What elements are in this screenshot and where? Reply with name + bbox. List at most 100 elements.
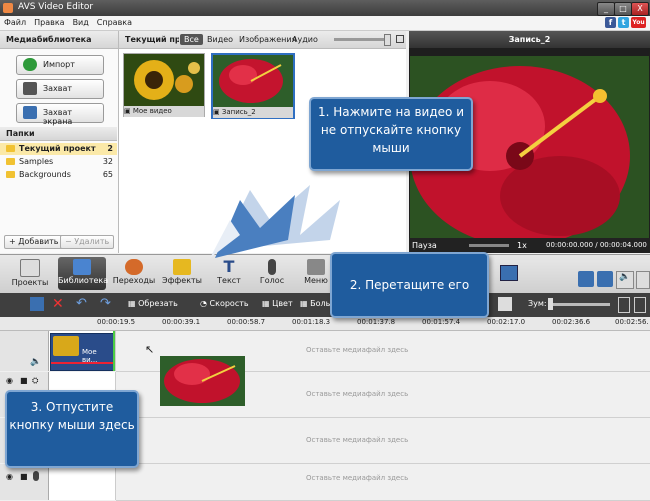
library-tabs: Текущий проект Все Видео Изображения Ауд…	[119, 31, 406, 49]
tab-video[interactable]: Видео	[207, 34, 233, 45]
add-folder-button[interactable]: + Добавить	[4, 235, 64, 249]
library-icon	[73, 259, 91, 275]
callout-step1: 1. Нажмите на видео и не отпускайте кноп…	[309, 97, 473, 171]
text-button[interactable]: T Текст	[205, 257, 253, 290]
menu-edit[interactable]: Правка	[30, 16, 68, 30]
projects-icon	[20, 259, 40, 277]
capture-button[interactable]: Захват	[16, 79, 104, 99]
storyboard-icon[interactable]	[500, 265, 518, 281]
plus-icon	[23, 58, 37, 71]
close-button[interactable]: X	[631, 2, 649, 16]
folder-current-project[interactable]: Текущий проект 2	[0, 143, 117, 155]
thumbnail-size-slider[interactable]	[334, 38, 389, 41]
zoom-slider[interactable]	[552, 303, 610, 306]
folder-backgrounds[interactable]: Backgrounds 65	[0, 169, 117, 181]
drag-arrow-icon	[210, 185, 340, 258]
import-label: Импорт	[43, 60, 75, 69]
large-thumb-icon[interactable]	[396, 35, 404, 43]
microphone-icon	[268, 259, 276, 275]
microphone-icon	[33, 471, 39, 481]
ruler-tick: 00:00:19.5	[97, 318, 136, 326]
video-track-start[interactable]: Мое ви...	[49, 331, 116, 371]
speaker-icon[interactable]: 🔈	[30, 357, 41, 367]
playback-status: Пауза	[412, 241, 437, 250]
ruler-tick: 00:00:39.1	[162, 318, 201, 326]
monitor-icon	[23, 106, 37, 119]
clip-thumbnail	[53, 336, 79, 356]
thumb-my-video[interactable]: ▣ Мое видео	[123, 53, 205, 117]
drop-hint: Оставьте медиафайл здесь	[306, 474, 409, 482]
color-button[interactable]: ▦ Цвет	[262, 299, 293, 308]
lock-icon[interactable]: ■	[20, 376, 28, 385]
lock-icon[interactable]: ■	[20, 472, 28, 481]
eye-icon[interactable]: ◉	[6, 376, 13, 385]
zoom-in-icon[interactable]	[634, 297, 646, 313]
voice-button[interactable]: Голос	[248, 257, 296, 290]
overlay-lane[interactable]: Оставьте медиафайл здесь	[116, 418, 650, 464]
folder-icon	[6, 158, 15, 165]
video-clip[interactable]: Мое ви...	[50, 333, 114, 371]
callout-step2: 2. Перетащите его	[330, 252, 489, 318]
tab-all[interactable]: Все	[180, 34, 203, 45]
zoom-handle[interactable]	[548, 298, 553, 310]
media-library-panel: Медиабиблиотека Импорт Захват Захват экр…	[0, 31, 119, 253]
menu-bar: Файл Правка Вид Справка f t You	[0, 16, 650, 31]
effects-button[interactable]: Эффекты	[158, 257, 206, 290]
volume-slider[interactable]	[469, 244, 509, 247]
more-icon[interactable]	[636, 271, 650, 289]
import-button[interactable]: Импорт	[16, 55, 104, 75]
delete-icon[interactable]: ✕	[52, 296, 64, 312]
main-toolbar: Проекты Библиотека Переходы Эффекты T Тек…	[0, 254, 650, 294]
folder-name: Текущий проект	[19, 144, 96, 153]
youtube-icon[interactable]: You	[631, 17, 646, 28]
capture-label: Захват	[43, 84, 73, 93]
tab-images[interactable]: Изображения	[239, 34, 296, 45]
tab-audio[interactable]: Аудио	[292, 34, 318, 45]
ruler-tick: 00:01:18.3	[292, 318, 331, 326]
drop-hint: Оставьте медиафайл здесь	[306, 390, 409, 398]
effects-icon	[173, 259, 191, 275]
ruler-tick: 00:01:57.4	[422, 318, 461, 326]
sunflower-image	[124, 54, 204, 106]
drop-hint: Оставьте медиафайл здесь	[306, 346, 409, 354]
voice-track-start[interactable]	[49, 464, 116, 500]
redo-icon[interactable]: ↷	[100, 296, 111, 311]
maximize-button[interactable]: □	[614, 2, 632, 16]
volume-icon[interactable]: 🔈	[616, 271, 634, 289]
speed-button[interactable]: ◔ Скорость	[200, 299, 249, 308]
folder-icon	[6, 171, 15, 178]
slider-handle[interactable]	[384, 34, 391, 46]
delete-folder-button[interactable]: − Удалить	[60, 235, 115, 249]
title-bar: AVS Video Editor _ □ X	[0, 0, 650, 16]
thumb-caption: ▣ Мое видео	[124, 106, 204, 117]
snapshot-icon[interactable]	[597, 271, 613, 287]
menu-help[interactable]: Справка	[93, 16, 136, 30]
eye-icon[interactable]: ◉	[6, 472, 13, 481]
library-button[interactable]: Библиотека	[58, 257, 108, 290]
time-readout: 00:00:00.000 / 00:00:04.000	[546, 241, 647, 249]
transitions-button[interactable]: Переходы	[110, 257, 158, 290]
screen-capture-button[interactable]: Захват экрана	[16, 103, 104, 126]
folder-samples[interactable]: Samples 32	[0, 156, 117, 168]
minimize-button[interactable]: _	[597, 2, 615, 16]
folder-name: Samples	[19, 157, 54, 166]
folder-icon	[6, 145, 15, 152]
add-icon[interactable]	[30, 297, 44, 311]
thumb-caption-text: Запись_2	[221, 108, 256, 116]
drop-marker	[113, 331, 115, 371]
menu-file[interactable]: Файл	[0, 16, 30, 30]
undo-icon[interactable]: ↶	[76, 296, 87, 311]
more-tools-button[interactable]: ▦ Боль	[300, 299, 330, 308]
fullscreen-icon[interactable]	[578, 271, 594, 287]
voice-lane[interactable]: Оставьте медиафайл здесь	[116, 464, 650, 501]
monitor-icon[interactable]	[498, 297, 512, 311]
zoom-out-icon[interactable]	[618, 297, 630, 313]
facebook-icon[interactable]: f	[605, 17, 616, 28]
timeline-ruler[interactable]: 00:00:19.5 00:00:39.1 00:00:58.7 00:01:1…	[0, 317, 650, 331]
twitter-icon[interactable]: t	[618, 17, 629, 28]
menu-view[interactable]: Вид	[69, 16, 93, 30]
trim-button[interactable]: ▦ Обрезать	[128, 299, 178, 308]
folder-count: 32	[102, 157, 113, 166]
projects-button[interactable]: Проекты	[6, 257, 54, 290]
thumb-recording-2[interactable]: ▣ Запись_2	[211, 53, 295, 119]
